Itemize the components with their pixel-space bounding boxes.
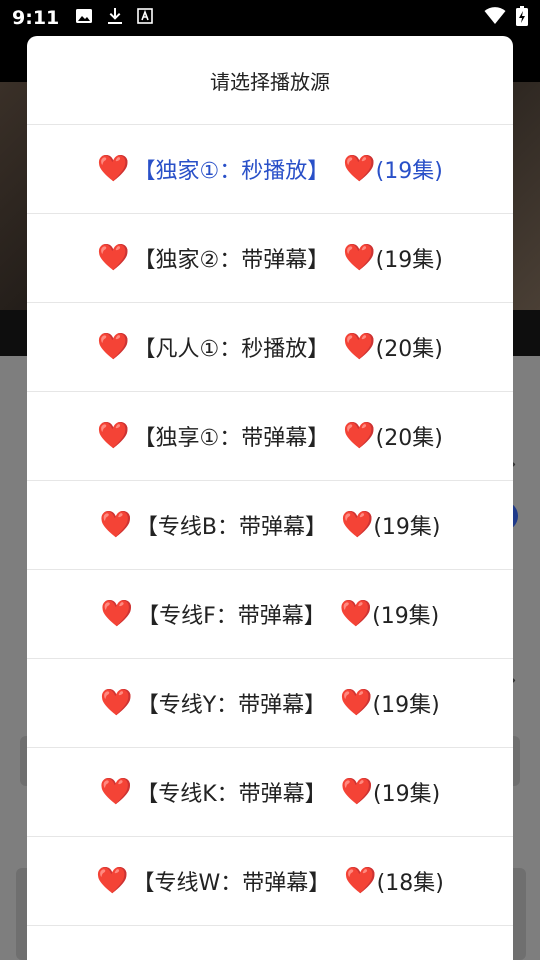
wifi-icon: [484, 7, 506, 29]
source-name: 【专线F：带弹幕】: [137, 604, 326, 629]
source-item[interactable]: ❤️ 【专线Y：带弹幕】 ❤️ (19集): [27, 659, 513, 748]
image-icon: [75, 8, 93, 28]
heart-icon: ❤️: [97, 243, 130, 273]
heart-icon: ❤️: [343, 243, 376, 273]
episode-count: (20集): [375, 337, 443, 362]
episode-count: (19集): [375, 248, 443, 273]
source-name: 【独家②：带弹幕】: [133, 248, 330, 273]
heart-icon: ❤️: [340, 510, 374, 540]
download-icon: [107, 7, 123, 29]
heart-icon: ❤️: [343, 332, 376, 362]
source-item[interactable]: ❤️ 【独家①：秒播放】 ❤️ (19集): [27, 125, 513, 214]
episode-count: (19集): [373, 782, 441, 807]
status-bar: 9:11: [0, 0, 540, 36]
status-icons: [75, 7, 154, 29]
source-name: 【凡人①：秒播放】: [133, 337, 330, 362]
heart-icon: ❤️: [99, 510, 132, 540]
heart-icon: ❤️: [99, 777, 133, 807]
source-item[interactable]: ❤️ 【凡人①：秒播放】 ❤️ (20集): [27, 303, 513, 392]
heart-icon: ❤️: [344, 866, 377, 896]
font-icon: [137, 8, 154, 28]
episode-count: (18集): [376, 871, 444, 896]
source-item[interactable]: ❤️ 【专线F：带弹幕】 ❤️ (19集): [27, 570, 513, 659]
source-item[interactable]: ❤️ 【专线W：带弹幕】 ❤️ (18集): [27, 837, 513, 926]
heart-icon: ❤️: [100, 599, 134, 629]
source-selection-dialog: 请选择播放源 ❤️ 【独家①：秒播放】 ❤️ (19集) ❤️ 【独家②：带弹幕】 ❤️ (1…: [27, 36, 513, 960]
status-right: [484, 6, 528, 30]
source-name: 【专线Y：带弹幕】: [136, 693, 327, 718]
source-item[interactable]: ❤️ 【专线K：带弹幕】 ❤️ (19集): [27, 748, 513, 837]
episode-count: (19集): [372, 604, 440, 629]
heart-icon: ❤️: [340, 688, 373, 718]
source-name: 【专线K：带弹幕】: [136, 782, 327, 807]
source-name: 【专线B：带弹幕】: [135, 515, 327, 540]
source-item[interactable]: ❤️ 【独享①：带弹幕】 ❤️ (20集): [27, 392, 513, 481]
source-item[interactable]: ❤️ 【独家②：带弹幕】 ❤️ (19集): [27, 214, 513, 303]
heart-icon: ❤️: [100, 688, 133, 718]
heart-icon: ❤️: [343, 421, 376, 451]
source-name: 【独家①：秒播放】: [133, 159, 330, 184]
heart-icon: ❤️: [339, 599, 373, 629]
dialog-title: 请选择播放源: [27, 36, 513, 125]
battery-icon: [516, 6, 528, 30]
episode-count: (20集): [375, 426, 443, 451]
source-item[interactable]: ❤️ 【专线B：带弹幕】 ❤️ (19集): [27, 481, 513, 570]
heart-icon: ❤️: [343, 154, 376, 184]
episode-count: (19集): [372, 693, 440, 718]
source-list: ❤️ 【独家①：秒播放】 ❤️ (19集) ❤️ 【独家②：带弹幕】 ❤️ (19集) ❤️ 【凡…: [27, 125, 513, 926]
source-name: 【专线W：带弹幕】: [132, 871, 331, 896]
episode-count: (19集): [373, 515, 441, 540]
heart-icon: ❤️: [97, 154, 130, 184]
episode-count: (19集): [375, 159, 443, 184]
heart-icon: ❤️: [97, 332, 130, 362]
heart-icon: ❤️: [97, 421, 130, 451]
status-time: 9:11: [12, 7, 60, 29]
heart-icon: ❤️: [96, 866, 129, 896]
heart-icon: ❤️: [340, 777, 373, 807]
source-name: 【独享①：带弹幕】: [133, 426, 330, 451]
